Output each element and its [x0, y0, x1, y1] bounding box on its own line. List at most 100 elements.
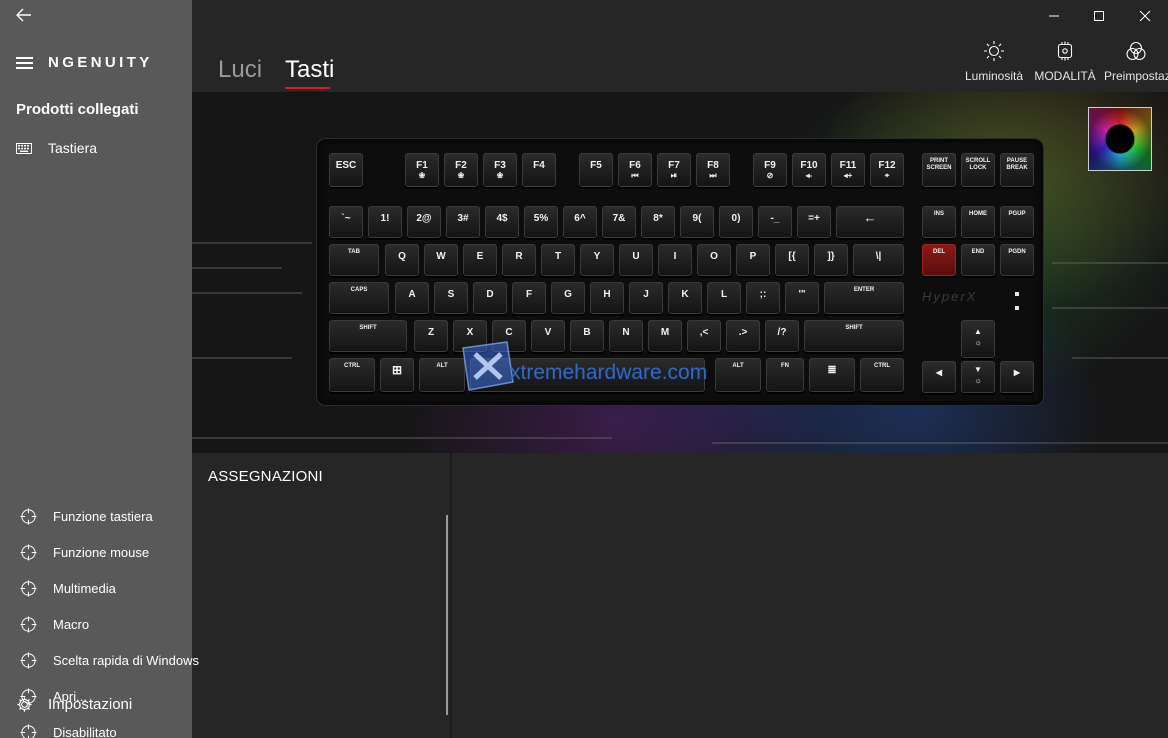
assignments-scrollbar[interactable]: [446, 515, 448, 715]
key-f8[interactable]: F8 ⏭: [696, 153, 730, 187]
key-arrow-right[interactable]: ▶: [1000, 361, 1034, 393]
key-p[interactable]: P: [736, 244, 770, 276]
key-f4[interactable]: F4: [522, 153, 556, 187]
key-delete-selected[interactable]: DEL: [922, 244, 956, 276]
key-windows[interactable]: ⊞: [380, 358, 414, 392]
key-i[interactable]: I: [658, 244, 692, 276]
key-j[interactable]: J: [629, 282, 663, 314]
key-left-bracket[interactable]: [{: [775, 244, 809, 276]
key-9[interactable]: 9(: [680, 206, 714, 238]
key-left-shift[interactable]: SHIFT: [329, 320, 407, 352]
key-o[interactable]: O: [697, 244, 731, 276]
key-f3[interactable]: F3 ❀: [483, 153, 517, 187]
key-scroll-lock[interactable]: SCROLL LOCK: [961, 153, 995, 187]
key-left-ctrl[interactable]: CTRL: [329, 358, 375, 392]
key-z[interactable]: Z: [414, 320, 448, 352]
profile-thumbnail[interactable]: [1088, 107, 1152, 171]
assignment-macro[interactable]: Macro: [20, 616, 89, 633]
key-f12[interactable]: F12 ⌖: [870, 153, 904, 187]
key-quote[interactable]: '": [785, 282, 819, 314]
key-v[interactable]: V: [531, 320, 565, 352]
key-f1[interactable]: F1 ❀: [405, 153, 439, 187]
key-n[interactable]: N: [609, 320, 643, 352]
key-b[interactable]: B: [570, 320, 604, 352]
key-f9[interactable]: F9 ⊘: [753, 153, 787, 187]
key-print-screen[interactable]: PRINT SCREEN: [922, 153, 956, 187]
key-d[interactable]: D: [473, 282, 507, 314]
key-q[interactable]: Q: [385, 244, 419, 276]
key-8[interactable]: 8*: [641, 206, 675, 238]
key-5[interactable]: 5%: [524, 206, 558, 238]
key-f[interactable]: F: [512, 282, 546, 314]
key-right-shift[interactable]: SHIFT: [804, 320, 904, 352]
key-tilde[interactable]: `~: [329, 206, 363, 238]
back-button[interactable]: [14, 5, 36, 25]
minimize-icon[interactable]: [1046, 8, 1062, 24]
key-backspace[interactable]: ←: [836, 206, 904, 238]
key-page-down[interactable]: PGDN: [1000, 244, 1034, 276]
key-g[interactable]: G: [551, 282, 585, 314]
sidebar-item-keyboard[interactable]: Tastiera: [16, 140, 97, 156]
key-1[interactable]: 1!: [368, 206, 402, 238]
key-r[interactable]: R: [502, 244, 536, 276]
key-home[interactable]: HOME: [961, 206, 995, 238]
assignment-multimedia[interactable]: Multimedia: [20, 580, 116, 597]
key-arrow-down[interactable]: ▼ ☼: [961, 361, 995, 393]
tab-tasti[interactable]: Tasti: [285, 56, 334, 84]
key-slash[interactable]: /?: [765, 320, 799, 352]
key-e[interactable]: E: [463, 244, 497, 276]
key-2[interactable]: 2@: [407, 206, 441, 238]
key-4[interactable]: 4$: [485, 206, 519, 238]
key-m[interactable]: M: [648, 320, 682, 352]
key-k[interactable]: K: [668, 282, 702, 314]
game-mode-button[interactable]: MODALITÀ GIOCO: [1034, 40, 1096, 83]
key-f10[interactable]: F10 ◂-: [792, 153, 826, 187]
assignment-mouse-function[interactable]: Funzione mouse: [20, 544, 149, 561]
key-backslash[interactable]: \|: [853, 244, 904, 276]
key-f11[interactable]: F11 ◂+: [831, 153, 865, 187]
key-6[interactable]: 6^: [563, 206, 597, 238]
key-minus[interactable]: -_: [758, 206, 792, 238]
key-pause-break[interactable]: PAUSE BREAK: [1000, 153, 1034, 187]
assignment-open[interactable]: Apri...: [20, 688, 87, 705]
key-arrow-left[interactable]: ◀: [922, 361, 956, 393]
key-h[interactable]: H: [590, 282, 624, 314]
key-menu[interactable]: ≣: [809, 358, 855, 392]
key-f6[interactable]: F6 ⏮: [618, 153, 652, 187]
key-esc[interactable]: ESC: [329, 153, 363, 187]
tab-luci[interactable]: Luci: [218, 56, 262, 84]
key-enter[interactable]: ENTER: [824, 282, 904, 314]
key-tab[interactable]: TAB: [329, 244, 379, 276]
key-f2[interactable]: F2 ❀: [444, 153, 478, 187]
assignment-windows-shortcut[interactable]: Scelta rapida di Windows: [20, 652, 199, 669]
key-s[interactable]: S: [434, 282, 468, 314]
key-equal[interactable]: =+: [797, 206, 831, 238]
brightness-button[interactable]: Luminosità: [964, 40, 1024, 83]
key-semicolon[interactable]: ;:: [746, 282, 780, 314]
key-0[interactable]: 0): [719, 206, 753, 238]
key-f5[interactable]: F5: [579, 153, 613, 187]
key-end[interactable]: END: [961, 244, 995, 276]
key-u[interactable]: U: [619, 244, 653, 276]
key-f7[interactable]: F7 ⏯: [657, 153, 691, 187]
key-period[interactable]: .>: [726, 320, 760, 352]
key-caps-lock[interactable]: CAPS: [329, 282, 389, 314]
key-insert[interactable]: INS: [922, 206, 956, 238]
key-w[interactable]: W: [424, 244, 458, 276]
key-right-bracket[interactable]: ]}: [814, 244, 848, 276]
key-l[interactable]: L: [707, 282, 741, 314]
key-7[interactable]: 7&: [602, 206, 636, 238]
key-fn[interactable]: FN: [766, 358, 804, 392]
close-icon[interactable]: [1137, 8, 1153, 24]
assignment-keyboard-function[interactable]: Funzione tastiera: [20, 508, 153, 525]
key-y[interactable]: Y: [580, 244, 614, 276]
key-right-alt[interactable]: ALT: [715, 358, 761, 392]
presets-button[interactable]: Preimpostazioni: [1104, 40, 1168, 83]
assignment-disabled[interactable]: Disabilitato: [20, 724, 117, 738]
key-a[interactable]: A: [395, 282, 429, 314]
key-arrow-up[interactable]: ▲ ☼: [961, 320, 995, 358]
maximize-icon[interactable]: [1091, 8, 1107, 24]
key-comma[interactable]: ,<: [687, 320, 721, 352]
key-t[interactable]: T: [541, 244, 575, 276]
key-right-ctrl[interactable]: CTRL: [860, 358, 904, 392]
